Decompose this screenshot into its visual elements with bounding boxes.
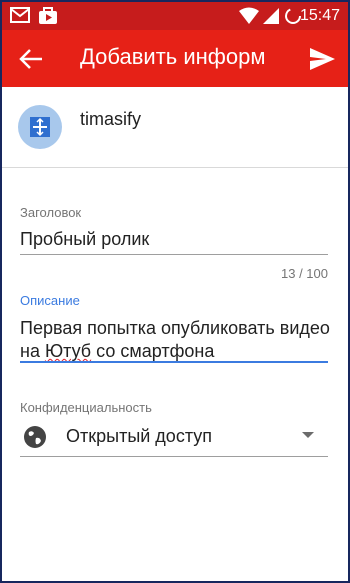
notification-icon <box>39 7 57 24</box>
account-row: timasify <box>2 87 348 168</box>
gmail-icon <box>10 7 30 23</box>
privacy-field-label: Конфиденциальность <box>20 400 152 415</box>
back-arrow-icon[interactable] <box>16 44 46 74</box>
title-field-label: Заголовок <box>20 205 82 220</box>
description-input-underline <box>20 361 328 363</box>
misspelled-word[interactable]: Ютуб <box>45 341 91 361</box>
wifi-icon <box>239 7 259 24</box>
privacy-selected-value: Открытый доступ <box>66 426 213 446</box>
title-input-underline <box>20 254 328 255</box>
privacy-dropdown[interactable]: Открытый доступ <box>20 420 328 456</box>
app-bar: Добавить информ <box>2 30 348 87</box>
page-title: Добавить информ <box>80 44 266 69</box>
globe-icon <box>24 426 46 448</box>
status-time: 15:47 <box>299 7 340 24</box>
title-input[interactable]: Пробный ролик <box>20 229 149 250</box>
privacy-underline <box>20 456 328 457</box>
title-char-counter: 13 / 100 <box>281 266 328 281</box>
status-bar: 15:47 <box>2 2 348 30</box>
dropdown-arrow-icon <box>302 432 314 438</box>
account-name: timasify <box>80 109 142 129</box>
send-icon[interactable] <box>308 45 336 73</box>
account-avatar-icon <box>18 105 62 149</box>
signal-icon <box>263 8 279 24</box>
description-field-label: Описание <box>20 293 80 308</box>
description-input[interactable]: Первая попытка опубликовать видео на Юту… <box>20 317 330 363</box>
description-text-end: со смартфона <box>91 341 215 361</box>
app-frame: 15:47 Добавить информ timasify Заголовок… <box>0 0 350 583</box>
